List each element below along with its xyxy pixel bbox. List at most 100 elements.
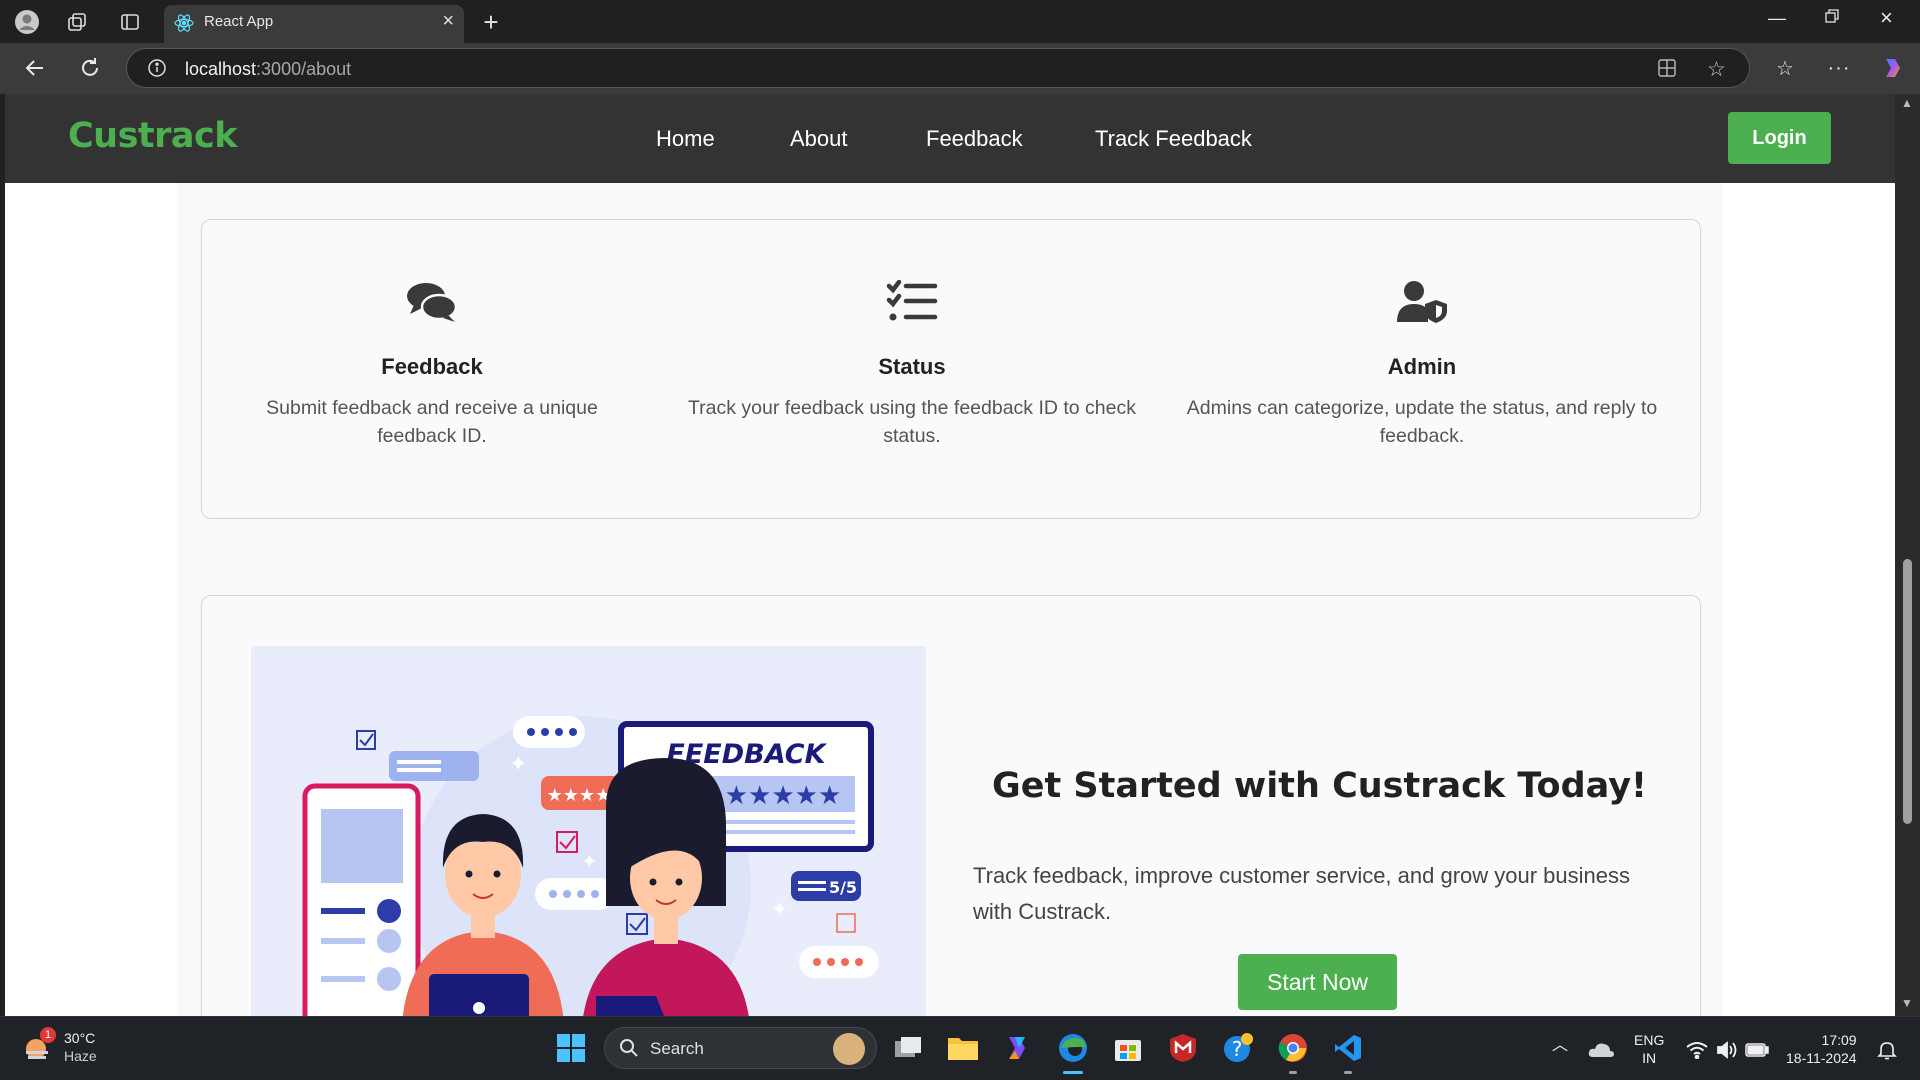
feature-description-line: status. bbox=[883, 425, 941, 447]
taskbar-search[interactable]: Search bbox=[604, 1027, 877, 1069]
app-header: Custrack Home About Feedback Track Feedb… bbox=[5, 94, 1895, 183]
feature-description-line: Admins can categorize, update the status… bbox=[1186, 397, 1658, 419]
vscode-icon[interactable] bbox=[1331, 1031, 1365, 1074]
battery-icon[interactable] bbox=[1740, 1033, 1774, 1067]
cta-description-line: Track feedback, improve customer service… bbox=[973, 863, 1631, 888]
weather-icon[interactable]: 1 bbox=[22, 1027, 56, 1068]
cta-title: Get Started with Custrack Today! bbox=[992, 766, 1647, 806]
feature-admin: Admin Admins can categorize, update the … bbox=[1167, 280, 1677, 450]
feature-description: Admins can categorize, update the status… bbox=[1167, 394, 1677, 450]
svg-text:✦: ✦ bbox=[509, 751, 527, 776]
lang-line: ENG bbox=[1634, 1032, 1665, 1048]
vertical-tabs-icon[interactable] bbox=[117, 9, 143, 35]
svg-text:?: ? bbox=[1232, 1037, 1243, 1061]
feature-status: Status Track your feedback using the fee… bbox=[662, 280, 1162, 450]
search-icon bbox=[619, 1038, 639, 1063]
feature-title: Admin bbox=[1387, 354, 1457, 379]
feature-description-line: feedback ID. bbox=[377, 425, 487, 447]
weather-widget[interactable]: 30°C Haze bbox=[64, 1029, 97, 1065]
language-indicator[interactable]: ENG IN bbox=[1634, 1031, 1664, 1067]
tab-close-icon[interactable]: × bbox=[442, 11, 454, 31]
copilot-taskbar-icon[interactable] bbox=[1000, 1031, 1034, 1065]
back-icon[interactable] bbox=[20, 53, 50, 83]
score-label: 5/5 bbox=[829, 878, 857, 897]
svg-text:✦: ✦ bbox=[401, 830, 416, 850]
clock-date: 18-11-2024 bbox=[1786, 1050, 1857, 1066]
url-text[interactable]: localhost:3000/about bbox=[185, 59, 351, 80]
chrome-icon[interactable] bbox=[1276, 1031, 1310, 1074]
feature-description: Track your feedback using the feedback I… bbox=[662, 394, 1162, 450]
mcafee-icon[interactable] bbox=[1166, 1031, 1200, 1065]
app-available-icon[interactable] bbox=[1657, 58, 1677, 83]
edge-browser-icon[interactable] bbox=[1056, 1031, 1090, 1074]
file-explorer-icon[interactable] bbox=[946, 1031, 980, 1065]
page-viewport: Custrack Home About Feedback Track Feedb… bbox=[5, 94, 1895, 1016]
svg-text:★★★★★: ★★★★★ bbox=[725, 781, 842, 811]
feature-description-line: Track your feedback using the feedback I… bbox=[687, 397, 1136, 419]
cta-description-line: with Custrack. bbox=[973, 899, 1112, 924]
svg-text:✦: ✦ bbox=[771, 899, 788, 921]
weather-temp: 30°C bbox=[64, 1030, 96, 1046]
reload-icon[interactable] bbox=[75, 53, 105, 83]
search-label: Search bbox=[650, 1039, 704, 1058]
url-host: localhost bbox=[185, 59, 257, 79]
feature-description-line: Submit feedback and receive a unique bbox=[266, 397, 598, 419]
nav-link-about[interactable]: About bbox=[790, 126, 848, 152]
feature-title: Status bbox=[878, 354, 946, 379]
feature-title: Feedback bbox=[381, 354, 483, 379]
start-windows-icon[interactable] bbox=[554, 1031, 588, 1065]
cta-card: ★★★★★ 5/5 FEEDBACK ★★★★★ ✦ ✦ ✦ ✦ Get Sta… bbox=[201, 595, 1701, 1016]
minimize-icon[interactable]: — bbox=[1768, 8, 1786, 29]
url-path: :3000/about bbox=[256, 59, 352, 79]
task-view-icon[interactable] bbox=[891, 1031, 925, 1065]
scroll-thumb[interactable] bbox=[1903, 559, 1912, 824]
address-bar[interactable]: localhost:3000/about ☆ bbox=[126, 48, 1750, 88]
clock-time: 17:09 bbox=[1821, 1032, 1857, 1048]
lang-line: IN bbox=[1642, 1050, 1657, 1066]
onedrive-icon[interactable] bbox=[1584, 1032, 1618, 1066]
windows-taskbar: 1 30°C Haze Search ? ︿ ENG IN 17:09 18-1… bbox=[0, 1016, 1920, 1080]
favorites-icon[interactable]: ☆ bbox=[1770, 53, 1800, 83]
weather-desc: Haze bbox=[64, 1048, 97, 1064]
copilot-icon[interactable] bbox=[1878, 53, 1908, 83]
restore-icon[interactable] bbox=[1824, 8, 1840, 29]
feature-description-line: feedback. bbox=[1379, 425, 1465, 447]
favorite-star-icon[interactable]: ☆ bbox=[1707, 57, 1726, 82]
show-hidden-icons-icon[interactable]: ︿ bbox=[1552, 1037, 1568, 1055]
browser-tab-active[interactable]: React App × bbox=[164, 5, 464, 43]
cta-description: Track feedback, improve customer service… bbox=[973, 858, 1663, 930]
tab-title: React App bbox=[204, 13, 274, 30]
feature-description: Submit feedback and receive a unique fee… bbox=[252, 394, 612, 450]
workspaces-icon[interactable] bbox=[64, 9, 90, 35]
react-logo-icon bbox=[174, 13, 194, 38]
feedback-illustration: ★★★★★ 5/5 FEEDBACK ★★★★★ ✦ ✦ ✦ ✦ bbox=[251, 646, 926, 1016]
volume-icon[interactable] bbox=[1710, 1033, 1744, 1067]
page-scrollbar[interactable]: ▲ ▼ bbox=[1895, 94, 1920, 1016]
scroll-down-icon[interactable]: ▼ bbox=[1901, 996, 1913, 1010]
login-button[interactable]: Login bbox=[1728, 112, 1831, 164]
profile-avatar-icon[interactable] bbox=[14, 9, 40, 35]
search-highlight-icon bbox=[833, 1033, 865, 1065]
browser-titlebar: React App × + — × bbox=[0, 0, 1920, 43]
microsoft-store-icon[interactable] bbox=[1111, 1031, 1145, 1065]
browser-toolbar: localhost:3000/about ☆ ☆ ··· bbox=[0, 43, 1920, 94]
wifi-icon[interactable] bbox=[1680, 1033, 1714, 1067]
tasks-list-icon bbox=[662, 280, 1162, 324]
nav-link-track-feedback[interactable]: Track Feedback bbox=[1095, 126, 1252, 152]
site-info-icon[interactable] bbox=[147, 58, 167, 83]
more-menu-icon[interactable]: ··· bbox=[1824, 53, 1854, 83]
new-tab-icon[interactable]: + bbox=[478, 7, 504, 37]
feature-feedback: Feedback Submit feedback and receive a u… bbox=[252, 280, 612, 450]
scroll-up-icon[interactable]: ▲ bbox=[1901, 96, 1913, 110]
start-now-button[interactable]: Start Now bbox=[1238, 954, 1397, 1010]
notification-bell-icon[interactable] bbox=[1870, 1033, 1904, 1067]
brand-logo[interactable]: Custrack bbox=[68, 116, 238, 156]
features-card: Feedback Submit feedback and receive a u… bbox=[201, 219, 1701, 519]
close-window-icon[interactable]: × bbox=[1880, 5, 1893, 31]
nav-link-feedback[interactable]: Feedback bbox=[926, 126, 1023, 152]
help-app-icon[interactable]: ? bbox=[1221, 1031, 1255, 1065]
nav-link-home[interactable]: Home bbox=[656, 126, 715, 152]
weather-badge: 1 bbox=[40, 1027, 56, 1043]
svg-text:✦: ✦ bbox=[581, 851, 598, 873]
clock[interactable]: 17:09 18-11-2024 bbox=[1786, 1031, 1857, 1067]
